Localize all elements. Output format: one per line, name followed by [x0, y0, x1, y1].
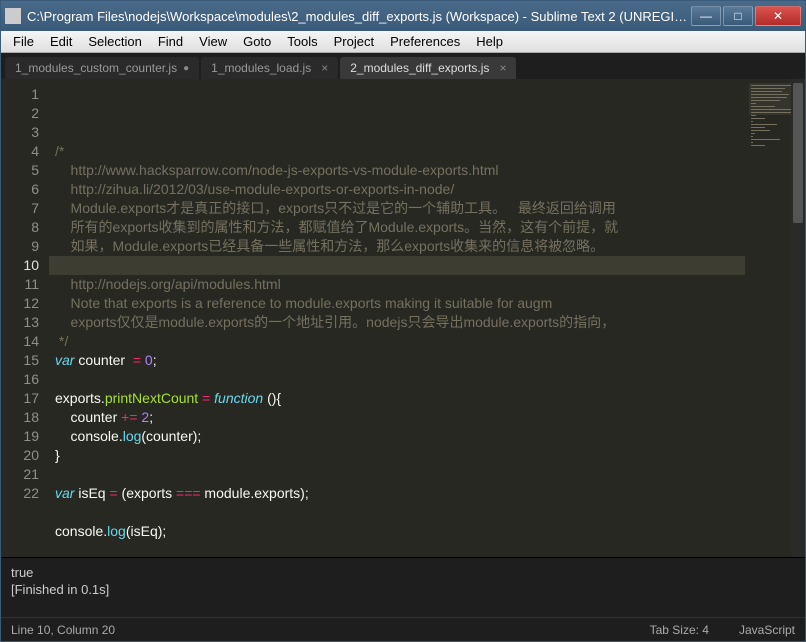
line-number[interactable]: 6	[1, 180, 39, 199]
menu-preferences[interactable]: Preferences	[382, 32, 468, 51]
code-area[interactable]: /* http://www.hacksparrow.com/node-js-ex…	[49, 79, 745, 557]
editor-area: 12345678910111213141516171819202122 /* h…	[1, 79, 805, 557]
line-number[interactable]: 20	[1, 446, 39, 465]
console-line: true	[11, 564, 795, 581]
code-line[interactable]: Note that exports is a reference to modu…	[55, 294, 745, 313]
line-number[interactable]: 12	[1, 294, 39, 313]
console-panel: true[Finished in 0.1s]	[1, 557, 805, 617]
line-number[interactable]: 3	[1, 123, 39, 142]
code-line[interactable]: exports.printNextCount = function (){	[55, 389, 745, 408]
menubar: FileEditSelectionFindViewGotoToolsProjec…	[1, 31, 805, 53]
line-number[interactable]: 11	[1, 275, 39, 294]
line-number[interactable]: 8	[1, 218, 39, 237]
menu-file[interactable]: File	[5, 32, 42, 51]
code-line[interactable]: var counter = 0;	[55, 351, 745, 370]
titlebar[interactable]: C:\Program Files\nodejs\Workspace\module…	[1, 1, 805, 31]
line-number[interactable]: 5	[1, 161, 39, 180]
line-number[interactable]: 10	[1, 256, 39, 275]
code-line[interactable]: 所有的exports收集到的属性和方法，都赋值给了Module.exports。…	[55, 218, 745, 237]
status-syntax[interactable]: JavaScript	[739, 623, 795, 637]
tab[interactable]: 1_modules_custom_counter.js ●	[5, 57, 199, 79]
menu-find[interactable]: Find	[150, 32, 191, 51]
tab[interactable]: 1_modules_load.js ×	[201, 57, 338, 79]
line-number[interactable]: 22	[1, 484, 39, 503]
line-number[interactable]: 2	[1, 104, 39, 123]
code-line[interactable]	[55, 370, 745, 389]
close-button[interactable]: ✕	[755, 6, 801, 26]
code-line[interactable]: http://zihua.li/2012/03/use-module-expor…	[55, 180, 745, 199]
tab-label: 1_modules_custom_counter.js	[15, 61, 177, 75]
code-line[interactable]: */	[55, 332, 745, 351]
code-line[interactable]: 如果，Module.exports已经具备一些属性和方法，那么exports收集…	[55, 237, 745, 256]
scrollbar-thumb[interactable]	[793, 83, 803, 223]
code-line[interactable]	[55, 465, 745, 484]
menu-tools[interactable]: Tools	[279, 32, 325, 51]
tab-label: 2_modules_diff_exports.js	[350, 61, 489, 75]
window: C:\Program Files\nodejs\Workspace\module…	[0, 0, 806, 642]
code-line[interactable]: /*	[55, 142, 745, 161]
tab-close-icon[interactable]: ×	[499, 61, 506, 75]
tab[interactable]: 2_modules_diff_exports.js ×	[340, 57, 516, 79]
code-line[interactable]: Module.exports才是真正的接口，exports只不过是它的一个辅助工…	[55, 199, 745, 218]
code-line[interactable]: exports仅仅是module.exports的一个地址引用。nodejs只会…	[55, 313, 745, 332]
minimize-button[interactable]: —	[691, 6, 721, 26]
code-line[interactable]: console.log(counter);	[55, 427, 745, 446]
menu-edit[interactable]: Edit	[42, 32, 80, 51]
code-line[interactable]: http://nodejs.org/api/modules.html	[55, 275, 745, 294]
line-number[interactable]: 13	[1, 313, 39, 332]
line-number[interactable]: 9	[1, 237, 39, 256]
line-number[interactable]: 7	[1, 199, 39, 218]
menu-project[interactable]: Project	[326, 32, 382, 51]
tabbar: 1_modules_custom_counter.js ● 1_modules_lo…	[1, 53, 805, 79]
vertical-scrollbar[interactable]	[791, 79, 805, 557]
line-number[interactable]: 15	[1, 351, 39, 370]
code-line[interactable]: console.log(isEq);	[55, 522, 745, 541]
maximize-button[interactable]: □	[723, 6, 753, 26]
line-number[interactable]: 19	[1, 427, 39, 446]
code-line[interactable]: var isEq = (exports === module.exports);	[55, 484, 745, 503]
code-line[interactable]	[55, 256, 745, 275]
console-line: [Finished in 0.1s]	[11, 581, 795, 598]
gutter: 12345678910111213141516171819202122	[1, 79, 49, 557]
line-number[interactable]: 21	[1, 465, 39, 484]
tab-close-icon[interactable]: ×	[321, 61, 328, 75]
line-number[interactable]: 4	[1, 142, 39, 161]
dirty-indicator-icon: ●	[183, 63, 189, 74]
code-line[interactable]: }	[55, 446, 745, 465]
status-tabsize[interactable]: Tab Size: 4	[650, 623, 709, 637]
app-icon	[5, 8, 21, 24]
code-line[interactable]: counter += 2;	[55, 408, 745, 427]
line-number[interactable]: 14	[1, 332, 39, 351]
statusbar: Line 10, Column 20 Tab Size: 4 JavaScrip…	[1, 617, 805, 641]
menu-help[interactable]: Help	[468, 32, 511, 51]
status-position: Line 10, Column 20	[11, 623, 620, 637]
line-number[interactable]: 16	[1, 370, 39, 389]
code-line[interactable]	[55, 503, 745, 522]
menu-goto[interactable]: Goto	[235, 32, 279, 51]
menu-view[interactable]: View	[191, 32, 235, 51]
line-number[interactable]: 17	[1, 389, 39, 408]
line-number[interactable]: 18	[1, 408, 39, 427]
tab-label: 1_modules_load.js	[211, 61, 311, 75]
code-line[interactable]: http://www.hacksparrow.com/node-js-expor…	[55, 161, 745, 180]
window-title: C:\Program Files\nodejs\Workspace\module…	[27, 9, 689, 24]
line-number[interactable]: 1	[1, 85, 39, 104]
code-line[interactable]	[55, 541, 745, 557]
menu-selection[interactable]: Selection	[80, 32, 149, 51]
